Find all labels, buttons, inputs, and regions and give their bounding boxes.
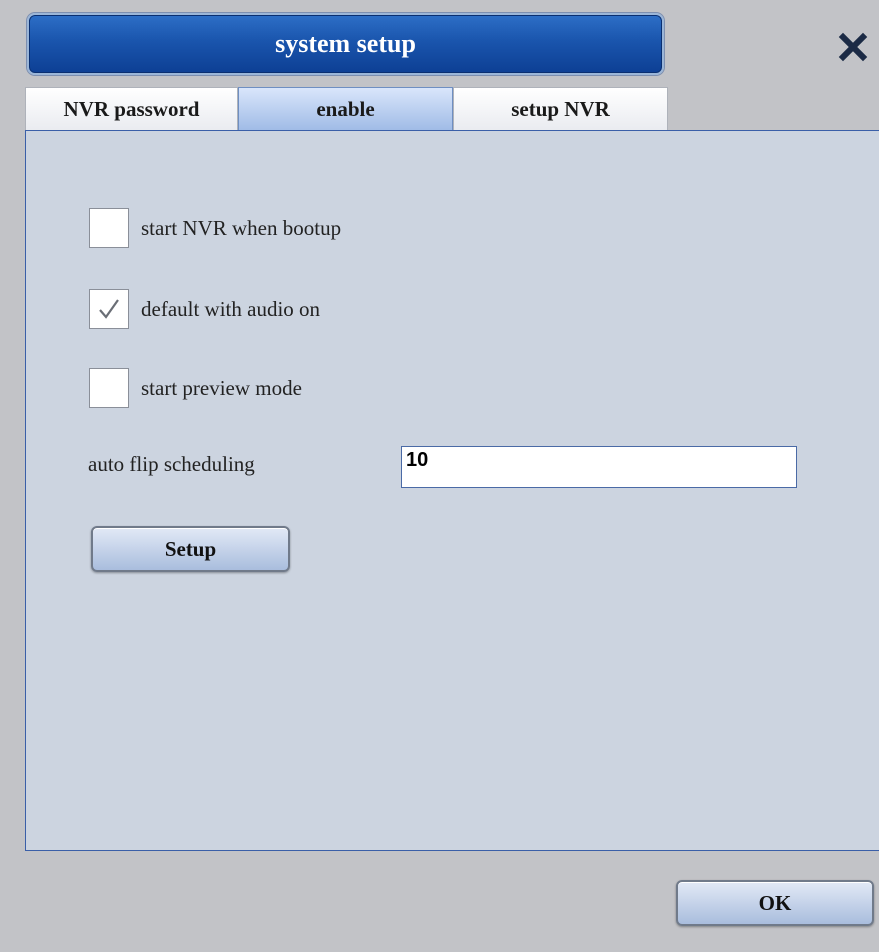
auto-flip-label: auto flip scheduling xyxy=(88,452,255,476)
tab-bar: NVR password enable setup NVR xyxy=(25,87,668,131)
checkmark-icon xyxy=(99,299,119,319)
default-audio-on-checkbox[interactable] xyxy=(89,289,129,329)
option-start-nvr-bootup: start NVR when bootup xyxy=(89,208,341,248)
tab-setup-nvr[interactable]: setup NVR xyxy=(453,87,668,131)
default-audio-on-label: default with audio on xyxy=(141,296,321,321)
tab-nvr-password[interactable]: NVR password xyxy=(25,87,238,131)
close-button[interactable] xyxy=(837,31,869,63)
start-preview-mode-checkbox[interactable] xyxy=(89,368,129,408)
start-nvr-bootup-label: start NVR when bootup xyxy=(141,215,342,240)
start-nvr-bootup-checkbox[interactable] xyxy=(89,208,129,248)
ok-button[interactable]: OK xyxy=(676,880,874,926)
option-default-audio-on: default with audio on xyxy=(89,289,320,329)
window-title-bar: system setup xyxy=(27,13,664,75)
start-preview-mode-label: start preview mode xyxy=(141,375,302,400)
auto-flip-input[interactable]: 10 xyxy=(401,446,797,488)
window-title: system setup xyxy=(275,29,416,58)
setup-button[interactable]: Setup xyxy=(91,526,290,572)
tab-content-panel: start NVR when bootup default with audio… xyxy=(25,130,879,851)
tab-enable[interactable]: enable xyxy=(238,87,453,131)
option-start-preview-mode: start preview mode xyxy=(89,368,302,408)
close-icon xyxy=(838,32,868,62)
